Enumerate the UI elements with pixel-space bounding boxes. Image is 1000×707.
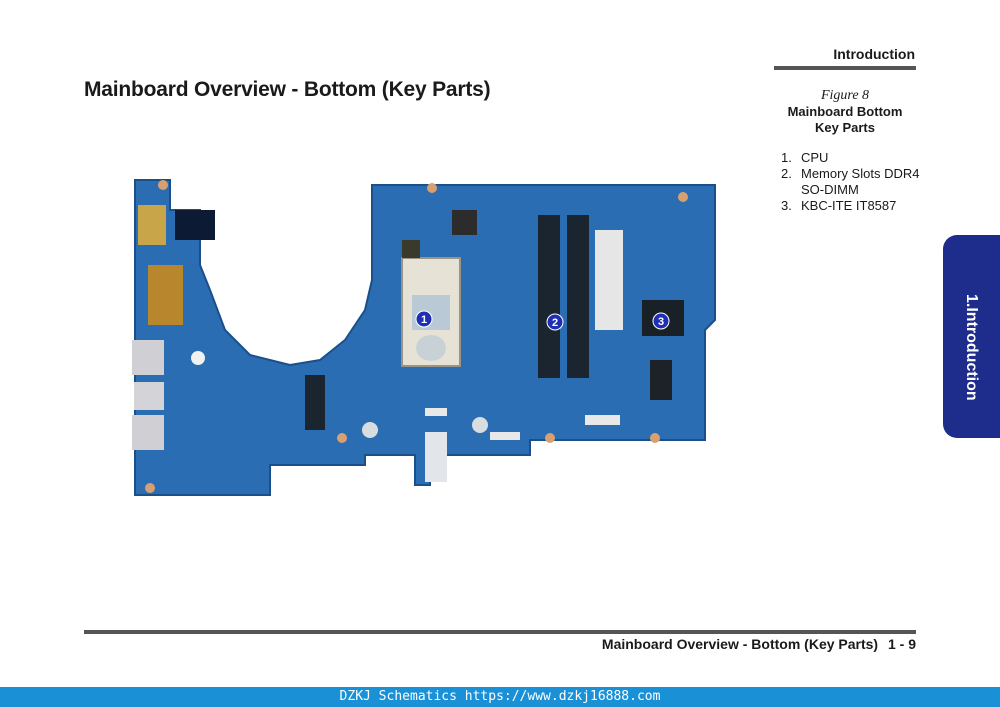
connector <box>138 205 166 245</box>
marker-label: 1 <box>421 314 427 326</box>
cpu-die <box>416 335 446 361</box>
chip <box>402 240 420 258</box>
list-item: 3. KBC-ITE IT8587 <box>781 198 921 214</box>
section-header: Introduction <box>833 46 915 62</box>
connector <box>305 375 325 430</box>
usb-port <box>134 382 164 410</box>
list-item-text: CPU <box>801 150 829 165</box>
mount-hole <box>337 433 347 443</box>
mount-hole <box>650 433 660 443</box>
mount-hole <box>545 433 555 443</box>
mainboard-image: 1 2 3 <box>132 179 716 496</box>
chapter-tab-label: 1.Introduction <box>963 293 980 401</box>
figure-caption: Mainboard Bottom Key Parts <box>787 104 903 135</box>
connector <box>175 210 215 240</box>
list-item: 2. Memory Slots DDR4 SO-DIMM <box>781 166 921 198</box>
memory-slot <box>567 215 589 378</box>
connector <box>650 360 672 400</box>
connector <box>490 432 520 440</box>
chip <box>452 210 477 235</box>
mount-hole <box>678 192 688 202</box>
connector <box>148 265 183 325</box>
mount-hole <box>158 180 168 190</box>
mount-hole <box>145 483 155 493</box>
heatsink-strip <box>425 432 447 482</box>
page-number: 1 - 9 <box>887 636 916 652</box>
footer-title: Mainboard Overview - Bottom (Key Parts) <box>601 636 879 652</box>
connector <box>425 408 447 416</box>
figure-label: Figure 8 <box>820 88 870 103</box>
capacitor <box>472 417 488 433</box>
footer: Mainboard Overview - Bottom (Key Parts) … <box>596 636 916 652</box>
memory-slot-label <box>595 230 623 330</box>
list-item-number: 3. <box>781 198 792 213</box>
marker-label: 2 <box>552 317 558 329</box>
capacitor <box>362 422 378 438</box>
list-item-text: Memory Slots DDR4 SO-DIMM <box>801 166 920 197</box>
list-item-number: 1. <box>781 150 792 165</box>
list-item: 1. CPU <box>781 150 921 166</box>
cpu-die <box>412 295 450 330</box>
mount-hole <box>427 183 437 193</box>
page-title: Mainboard Overview - Bottom (Key Parts) <box>84 78 491 101</box>
usb-port <box>132 340 164 375</box>
mount-hole <box>191 351 205 365</box>
key-parts-list: 1. CPU 2. Memory Slots DDR4 SO-DIMM 3. K… <box>781 150 921 214</box>
watermark-banner[interactable]: DZKJ Schematics https://www.dzkj16888.co… <box>0 687 1000 707</box>
list-item-number: 2. <box>781 166 792 181</box>
list-item-text: KBC-ITE IT8587 <box>801 198 897 213</box>
marker-label: 3 <box>658 316 664 328</box>
header-rule <box>774 66 916 70</box>
memory-slot <box>538 215 560 378</box>
figure-caption-block: Figure 8 Mainboard Bottom Key Parts <box>774 88 916 136</box>
connector <box>585 415 620 425</box>
usb-port <box>132 415 164 450</box>
footer-rule <box>84 630 916 634</box>
